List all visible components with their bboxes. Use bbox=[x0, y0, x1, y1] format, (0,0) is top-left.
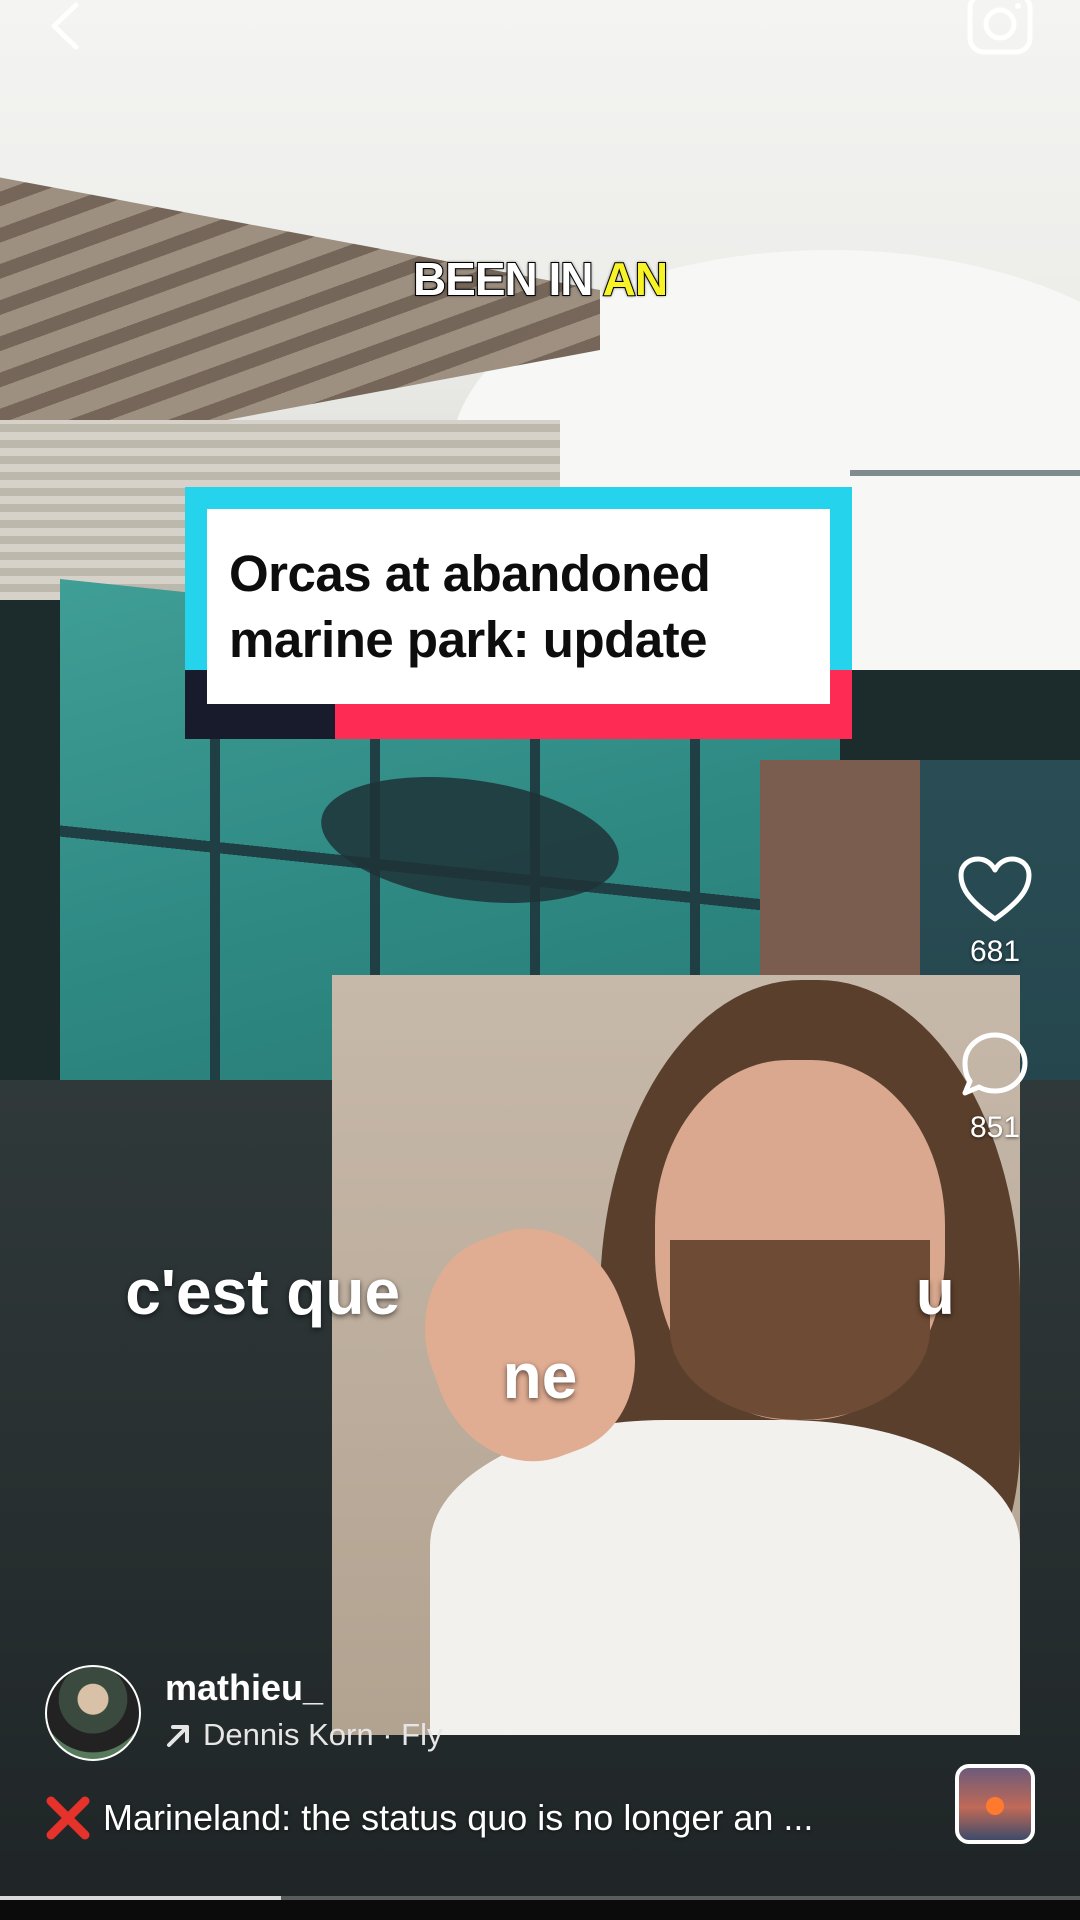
karaoke-caption-text: BEEN IN bbox=[412, 252, 603, 306]
like-count: 681 bbox=[969, 935, 1021, 968]
karaoke-caption-highlight: AN bbox=[602, 252, 669, 306]
username[interactable]: mathieu_ bbox=[165, 1667, 323, 1709]
karaoke-caption: BEEN IN AN bbox=[0, 252, 1080, 306]
post-caption[interactable]: Marineland: the status quo is no longer … bbox=[45, 1788, 945, 1848]
brick-pillar bbox=[760, 760, 920, 1000]
audio-thumbnail[interactable] bbox=[955, 1764, 1035, 1844]
camera-button[interactable] bbox=[960, 0, 1040, 60]
bottom-strip bbox=[0, 1900, 1080, 1920]
title-card-panel: Orcas at abandoned marine park: update bbox=[207, 509, 830, 704]
title-card: Orcas at abandoned marine park: update bbox=[185, 487, 852, 739]
title-line-1: Orcas at abandoned bbox=[229, 544, 711, 602]
heart-icon bbox=[958, 856, 1032, 922]
sunset-sun bbox=[986, 1797, 1004, 1815]
subtitle-line-1: c'est que u bbox=[125, 1256, 955, 1328]
comment-count: 851 bbox=[969, 1111, 1021, 1144]
subtitle-line-2: ne bbox=[502, 1340, 578, 1412]
author-row: mathieu_ Dennis Korn · Fly bbox=[45, 1665, 945, 1765]
red-x-icon bbox=[46, 1796, 90, 1840]
comment-button[interactable]: 851 bbox=[940, 1029, 1050, 1145]
action-rail: 681 851 bbox=[940, 855, 1050, 1145]
caption-text: Marineland: the status quo is no longer … bbox=[103, 1797, 814, 1838]
back-arrow-icon bbox=[51, 2, 79, 50]
french-subtitle: c'est que u ne bbox=[0, 1250, 1080, 1418]
audio-label: Dennis Korn · Fly bbox=[203, 1717, 443, 1752]
audio-attribution[interactable]: Dennis Korn · Fly bbox=[165, 1717, 442, 1753]
comment-icon bbox=[962, 1032, 1028, 1096]
back-button[interactable] bbox=[40, 0, 90, 52]
camera-icon bbox=[967, 0, 1033, 55]
metal-railing bbox=[850, 470, 1080, 476]
top-bar bbox=[0, 0, 1080, 60]
title-line-2: marine park: update bbox=[229, 610, 707, 668]
avatar[interactable] bbox=[45, 1665, 141, 1761]
arrow-up-right-icon bbox=[167, 1725, 189, 1747]
like-button[interactable]: 681 bbox=[940, 855, 1050, 969]
